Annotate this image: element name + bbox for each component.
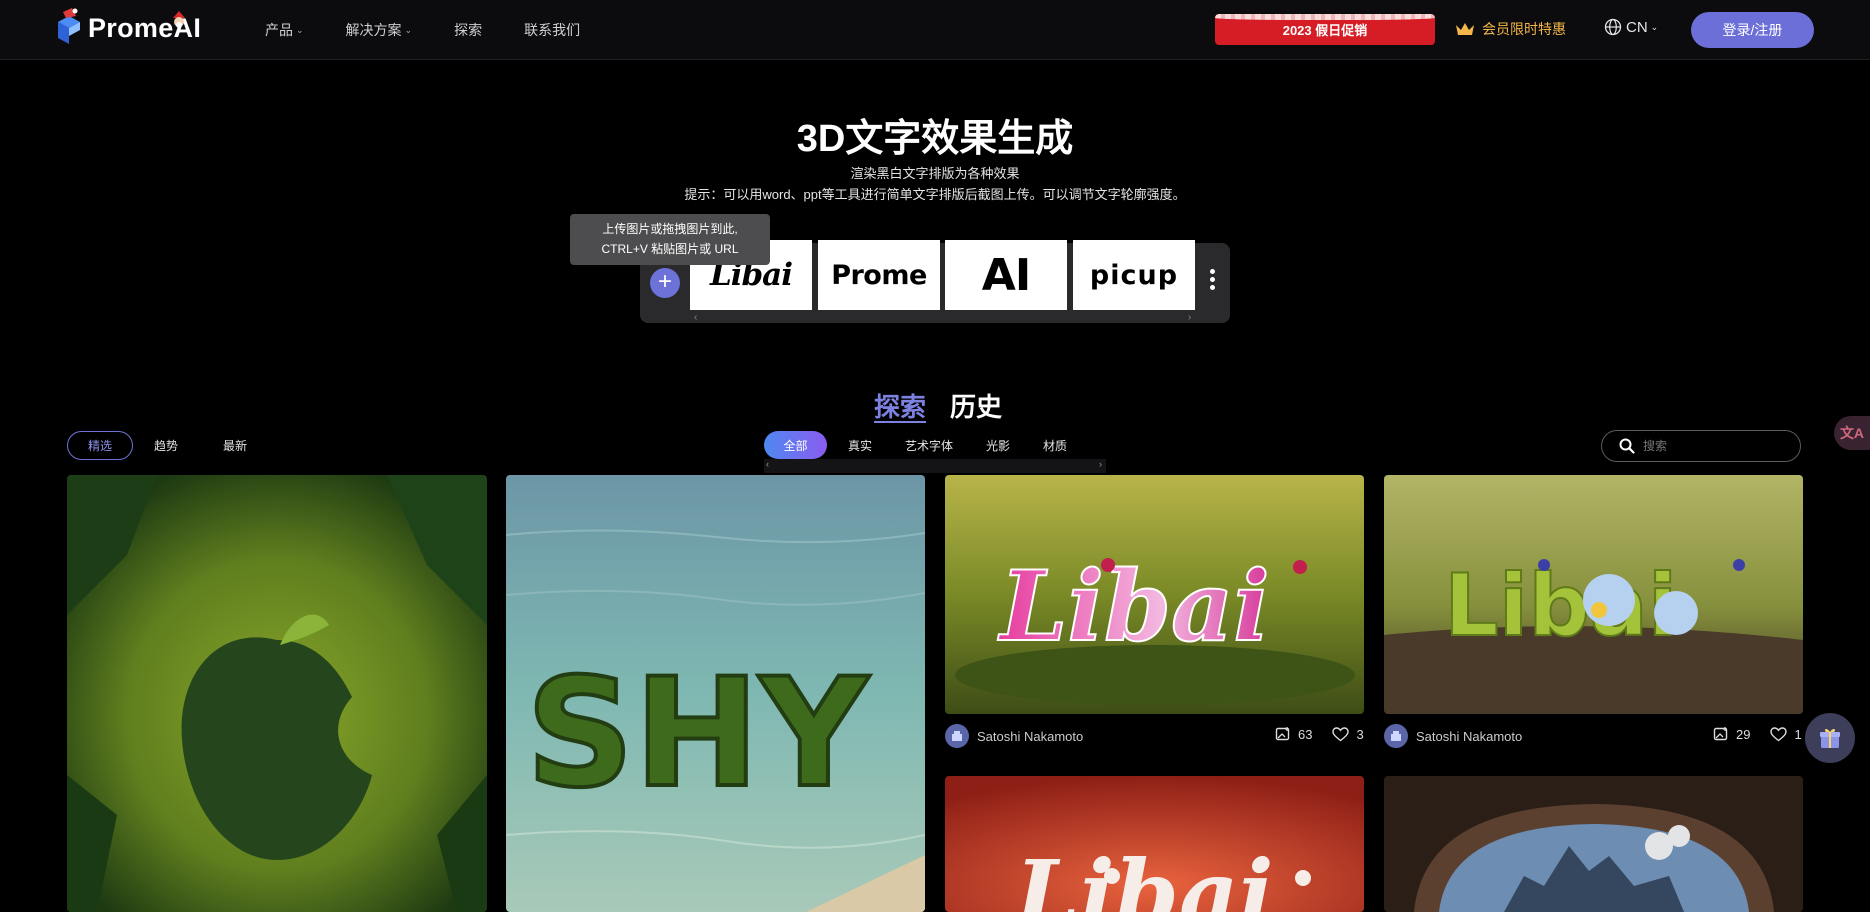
gallery-card-image[interactable]: Libai: [1384, 475, 1803, 714]
card-stats: 29 1: [1713, 726, 1802, 742]
card-stats: 63 3: [1275, 726, 1364, 742]
logo[interactable]: PromeAI: [54, 8, 201, 48]
scroll-right-icon[interactable]: ›: [1188, 312, 1191, 323]
svg-text:Libai: Libai: [1012, 840, 1274, 912]
translate-button[interactable]: 文A: [1834, 416, 1870, 450]
chevron-down-icon: ⌄: [1650, 21, 1659, 32]
globe-icon: [1604, 18, 1622, 36]
main-tabs: 探索 历史: [874, 387, 1002, 424]
vip-offer-link[interactable]: 会员限时特惠: [1455, 19, 1566, 39]
category-scrollbar[interactable]: ‹ ›: [764, 459, 1106, 473]
category-material[interactable]: 材质: [1043, 437, 1067, 454]
scroll-left-icon[interactable]: ‹: [766, 459, 769, 469]
sort-trending[interactable]: 趋势: [154, 431, 178, 460]
more-options-icon[interactable]: [1206, 269, 1218, 290]
upload-tooltip: 上传图片或拖拽图片到此, CTRL+V 粘贴图片或 URL: [570, 214, 770, 265]
top-header: PromeAI 产品 ⌄ 解决方案 ⌄ 探索 联系我们 2023 假日促销 会员限时…: [0, 0, 1870, 60]
sort-featured[interactable]: 精选: [67, 431, 133, 460]
avatar: [945, 724, 969, 748]
sort-latest[interactable]: 最新: [223, 431, 247, 460]
sample-image-picup[interactable]: picup: [1073, 240, 1195, 310]
gallery-card-image[interactable]: Libai: [945, 776, 1364, 912]
svg-text:Libai: Libai: [1444, 556, 1677, 656]
chevron-down-icon: ⌄: [404, 24, 413, 35]
sample-image-prome[interactable]: Prome: [818, 240, 940, 310]
gallery-card-image[interactable]: SHY: [506, 475, 925, 912]
image-uses-icon: [1713, 727, 1728, 741]
gallery-card-image[interactable]: [67, 475, 487, 912]
chevron-down-icon: ⌄: [296, 24, 304, 35]
nav-solutions[interactable]: 解决方案 ⌄: [346, 20, 413, 40]
svg-text:Libai: Libai: [997, 550, 1270, 663]
image-uses-icon: [1275, 727, 1290, 741]
libai-red-3d-image: Libai: [945, 776, 1364, 912]
libai-flowers-wood-image: Libai: [1384, 475, 1803, 714]
gallery-card-image[interactable]: Libai: [945, 475, 1364, 714]
nav-contact[interactable]: 联系我们: [524, 20, 580, 40]
main-nav: 产品 ⌄ 解决方案 ⌄ 探索 联系我们: [265, 20, 622, 40]
santa-icon: [173, 11, 185, 28]
page-title: 3D文字效果生成: [796, 118, 1074, 160]
gift-icon: [1820, 728, 1840, 748]
card-author[interactable]: Satoshi Nakamoto: [1384, 724, 1522, 748]
nav-explore[interactable]: 探索: [454, 20, 482, 40]
nav-products[interactable]: 产品 ⌄: [265, 20, 304, 40]
scroll-left-icon[interactable]: ‹: [694, 312, 697, 323]
card-author[interactable]: Satoshi Nakamoto: [945, 724, 1083, 748]
category-art-font[interactable]: 艺术字体: [905, 437, 953, 454]
avatar: [1384, 724, 1408, 748]
search-box[interactable]: [1601, 430, 1801, 462]
tab-explore[interactable]: 探索: [874, 387, 926, 424]
scroll-right-icon[interactable]: ›: [1099, 459, 1102, 469]
category-all[interactable]: 全部: [764, 431, 827, 459]
gallery-card-image[interactable]: [1384, 776, 1803, 912]
search-icon: [1619, 438, 1635, 454]
sample-image-ai[interactable]: AI: [945, 240, 1067, 310]
heart-icon[interactable]: [1332, 726, 1350, 742]
category-realistic[interactable]: 真实: [848, 437, 872, 454]
shy-grass-water-image: SHY: [506, 475, 925, 912]
holiday-promo-banner[interactable]: 2023 假日促销: [1215, 14, 1435, 45]
libai-pink-moss-image: Libai: [945, 475, 1364, 714]
category-lighting[interactable]: 光影: [986, 437, 1010, 454]
svg-text:SHY: SHY: [526, 647, 871, 821]
search-input[interactable]: [1643, 439, 1783, 453]
category-tabs: 全部 真实 艺术字体 光影 材质: [764, 431, 1100, 459]
gift-button[interactable]: [1805, 713, 1855, 763]
sort-tabs: 精选 趋势 最新: [67, 431, 247, 460]
crown-icon: [1456, 23, 1474, 35]
heart-icon[interactable]: [1770, 726, 1788, 742]
upload-button[interactable]: +: [650, 268, 680, 298]
page-subtitle: 渲染黑白文字排版为各种效果: [850, 166, 1020, 181]
apple-grass-image: [67, 475, 487, 912]
castle-dome-image: [1384, 776, 1803, 912]
language-selector[interactable]: CN ⌄: [1604, 18, 1658, 36]
logo-icon: [54, 8, 84, 48]
login-register-button[interactable]: 登录/注册: [1691, 12, 1814, 48]
usage-tip: 提示：可以用word、ppt等工具进行简单文字排版后截图上传。可以调节文字轮廓强…: [684, 187, 1186, 202]
tab-history[interactable]: 历史: [950, 387, 1002, 424]
